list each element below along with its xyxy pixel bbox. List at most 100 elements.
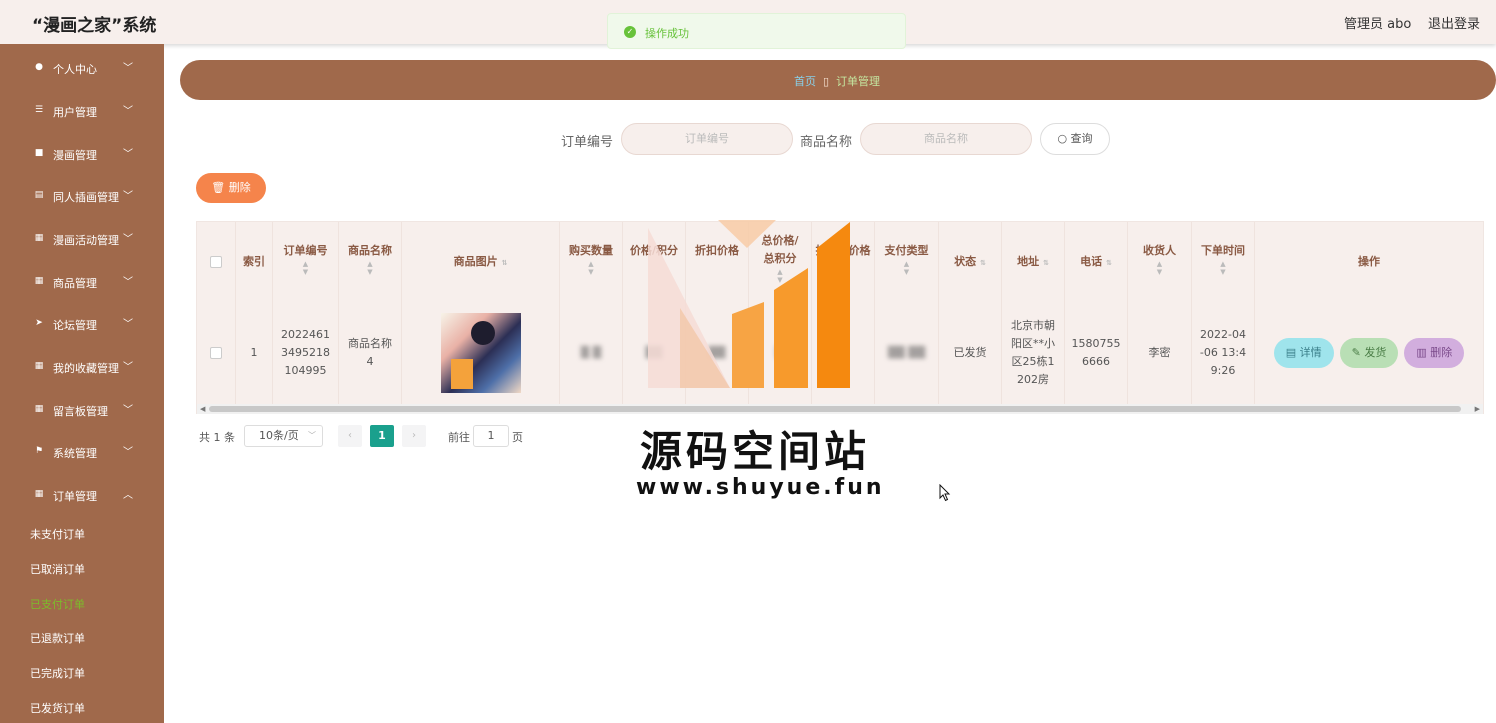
sidebar-item-label: 同人插画管理	[53, 191, 119, 204]
column-address[interactable]: 地址 ⇅	[1002, 222, 1065, 302]
column-product-image[interactable]: 商品图片 ⇅	[402, 222, 560, 302]
column-status[interactable]: 状态 ⇅	[939, 222, 1002, 302]
detail-button[interactable]: ▤ 详情	[1273, 338, 1334, 368]
sidebar-subitem-completed-orders[interactable]: 已完成订单	[0, 655, 164, 689]
select-all-checkbox[interactable]	[210, 256, 222, 268]
admin-name: 管理员 abo	[1344, 17, 1412, 32]
cell-text: 阳区**小	[1011, 337, 1055, 350]
query-button-label: 查询	[1070, 132, 1093, 145]
query-button[interactable]: ○ 查询	[1040, 123, 1110, 155]
page-suffix-label: 页	[512, 431, 523, 444]
watermark-text: 源码空间站	[640, 427, 871, 476]
sidebar-item-forum-management[interactable]: ➤ 论坛管理 ﹀	[0, 303, 164, 345]
cell-text: 1580755	[1071, 337, 1121, 350]
sort-icon[interactable]: ⇅	[501, 259, 507, 267]
prev-page-button[interactable]: ‹	[338, 425, 362, 447]
column-quantity[interactable]: 购买数量 ▲ ▼	[560, 222, 623, 302]
goto-page-input[interactable]: 1	[473, 425, 509, 447]
column-phone[interactable]: 电话 ⇅	[1065, 222, 1128, 302]
sidebar-item-label: 论坛管理	[53, 319, 97, 332]
sidebar-subitem-label: 已退款订单	[30, 632, 85, 645]
sidebar-item-product-management[interactable]: ▦ 商品管理 ﹀	[0, 261, 164, 303]
trash-icon: ▥	[1416, 346, 1427, 359]
sidebar-item-label: 我的收藏管理	[53, 362, 119, 375]
column-header-label: 购买数量	[569, 244, 613, 257]
column-header-label: 支付类型	[884, 244, 929, 257]
grid-icon: ▦	[34, 361, 44, 371]
column-product-name[interactable]: 商品名称 ▲ ▼	[339, 222, 402, 302]
column-order-time[interactable]: 下单时间 ▲ ▼	[1192, 222, 1255, 302]
sidebar-subitem-refunded-orders[interactable]: 已退款订单	[0, 620, 164, 654]
breadcrumb-home[interactable]: 首页	[794, 75, 816, 88]
row-checkbox[interactable]	[210, 347, 222, 359]
horizontal-scrollbar[interactable]: ◀ ▶	[197, 404, 1483, 414]
column-header-label: 地址 ⇅	[1002, 222, 1064, 272]
sidebar-item-fan-art-management[interactable]: ▤ 同人插画管理 ﹀	[0, 175, 164, 217]
check-circle-icon: ✓	[624, 26, 636, 38]
cell-text: 202房	[1017, 373, 1049, 386]
sort-icon[interactable]: ▲▼	[560, 260, 622, 276]
sort-icon[interactable]: ▲▼	[1128, 260, 1191, 276]
sidebar-item-label: 漫画管理	[53, 149, 97, 162]
page-size-select[interactable]: 10条/页 ﹀	[244, 425, 323, 447]
pagination-total: 共 1 条	[199, 431, 235, 444]
page-number-current[interactable]: 1	[370, 425, 394, 447]
sort-icon[interactable]: ⇅	[980, 259, 986, 267]
sidebar-item-order-management[interactable]: ▦ 订单管理 ︿	[0, 474, 164, 516]
chevron-down-icon: ﹀	[123, 277, 133, 288]
column-header-text: 商品图片	[453, 255, 498, 268]
sort-icon[interactable]: ▲▼	[1192, 260, 1254, 276]
column-header-label: 状态 ⇅	[939, 222, 1001, 272]
sort-icon[interactable]: ⇅	[1106, 259, 1112, 267]
chevron-down-icon: ﹀	[123, 319, 133, 330]
sidebar-item-label: 留言板管理	[53, 405, 108, 418]
app-title: “漫画之家”系统	[32, 16, 157, 36]
sidebar-item-system-management[interactable]: ⚑ 系统管理 ﹀	[0, 431, 164, 473]
scroll-right-icon[interactable]: ▶	[1475, 404, 1480, 414]
sidebar-subitem-cancelled-orders[interactable]: 已取消订单	[0, 551, 164, 585]
sort-icon[interactable]: ▲▼	[875, 260, 938, 276]
ship-button[interactable]: ✎ 发货	[1339, 338, 1399, 368]
product-name-input[interactable]: 商品名称	[860, 123, 1032, 155]
next-page-button[interactable]: ›	[402, 425, 426, 447]
sidebar-subitem-unpaid-orders[interactable]: 未支付订单	[0, 516, 164, 550]
column-header-text: 地址	[1017, 255, 1040, 268]
row-delete-button[interactable]: ▥ 删除	[1404, 338, 1465, 368]
sidebar-item-personal-center[interactable]: ● 个人中心 ﹀	[0, 47, 164, 89]
toast-message: 操作成功	[645, 27, 689, 40]
column-order-no[interactable]: 订单编号 ▲ ▼	[273, 222, 339, 302]
sort-icon[interactable]: ⇅	[1043, 259, 1049, 267]
sidebar-item-comic-activity-management[interactable]: ▦ 漫画活动管理 ﹀	[0, 218, 164, 260]
column-header-label: 商品名称	[348, 244, 392, 257]
watermark-bar	[732, 302, 764, 388]
watermark-bar	[817, 222, 850, 388]
cell-address: 北京市朝 阳区**小 区25栋1 202房	[1002, 302, 1065, 404]
order-no-input[interactable]: 订单编号	[621, 123, 793, 155]
grid-icon: ▦	[34, 276, 44, 286]
sort-icon[interactable]: ▲▼	[339, 260, 401, 276]
row-delete-label: 删除	[1430, 346, 1453, 359]
sort-icon[interactable]: ▲▼	[273, 260, 338, 276]
sidebar-subitem-shipped-orders[interactable]: 已发货订单	[0, 690, 164, 723]
scroll-left-icon[interactable]: ◀	[200, 404, 205, 414]
column-header-label: 电话 ⇅	[1065, 222, 1127, 272]
column-header-text: 电话	[1080, 255, 1103, 268]
sidebar-item-user-management[interactable]: ☰ 用户管理 ﹀	[0, 90, 164, 132]
sidebar: ● 个人中心 ﹀ ☰ 用户管理 ﹀ ■ 漫画管理 ﹀ ▤ 同人插画管理 ﹀ ▦ …	[0, 44, 164, 723]
goto-label: 前往	[448, 431, 470, 444]
sidebar-item-favorites-management[interactable]: ▦ 我的收藏管理 ﹀	[0, 346, 164, 388]
cell-text: 4	[366, 355, 374, 368]
sidebar-item-comic-management[interactable]: ■ 漫画管理 ﹀	[0, 133, 164, 175]
column-receiver[interactable]: 收货人 ▲ ▼	[1128, 222, 1192, 302]
sidebar-item-message-board-management[interactable]: ▦ 留言板管理 ﹀	[0, 389, 164, 431]
product-image[interactable]	[440, 313, 521, 393]
chevron-down-icon: ﹀	[123, 405, 133, 416]
scrollbar-thumb[interactable]	[209, 406, 1461, 412]
sidebar-subitem-label: 未支付订单	[30, 528, 85, 541]
column-pay-type[interactable]: 支付类型 ▲ ▼	[875, 222, 939, 302]
blurred-value: ▒ ▒	[580, 346, 602, 359]
logout-button[interactable]: 退出登录	[1428, 13, 1480, 32]
sidebar-subitem-paid-orders[interactable]: 已支付订单	[0, 586, 164, 620]
cell-quantity: ▒ ▒	[560, 302, 623, 404]
batch-delete-button[interactable]: 🗑 删除	[196, 173, 266, 203]
